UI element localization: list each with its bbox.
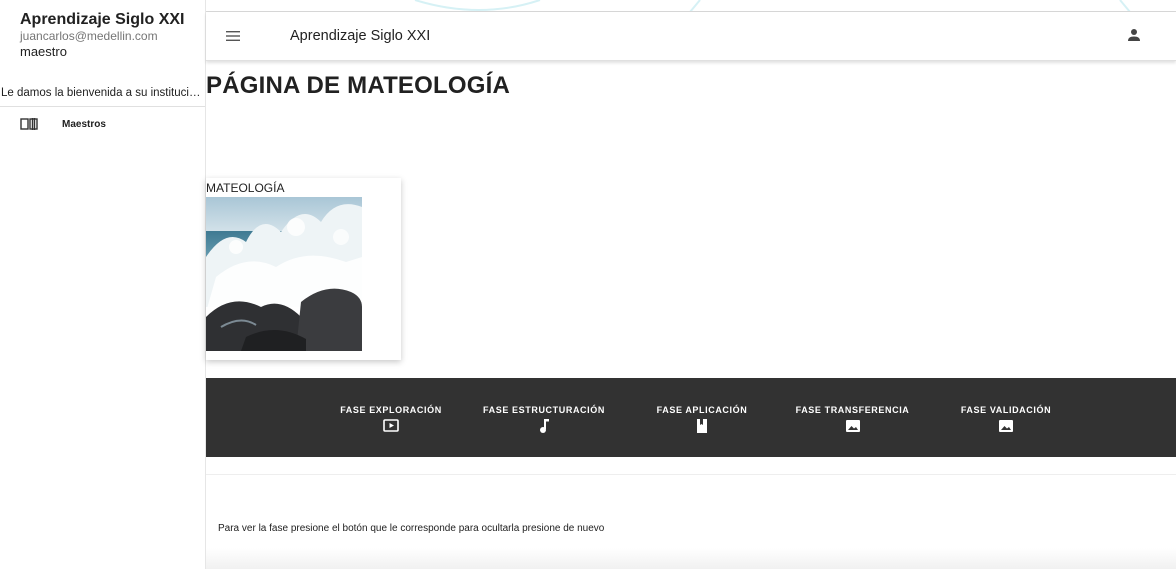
phase-bar: FASE EXPLORACIÓN FASE ESTRUCTURACIÓN FAS… bbox=[206, 378, 1176, 457]
phase-validacion-button[interactable]: FASE VALIDACIÓN bbox=[960, 405, 1052, 434]
phase-exploracion-button[interactable]: FASE EXPLORACIÓN bbox=[340, 405, 442, 434]
page-title: PÁGINA DE MATEOLOGÍA bbox=[206, 72, 510, 99]
phase-label: FASE ESTRUCTURACIÓN bbox=[483, 405, 605, 415]
user-account-button[interactable] bbox=[1126, 27, 1142, 43]
book-icon bbox=[20, 118, 38, 130]
book-icon bbox=[697, 419, 707, 433]
phase-hint-text: Para ver la fase presione el botón que l… bbox=[218, 523, 605, 534]
music-note-icon bbox=[540, 419, 549, 433]
subject-card[interactable]: MATEOLOGÍA bbox=[206, 178, 401, 360]
phase-label: FASE TRANSFERENCIA bbox=[795, 405, 910, 415]
sidebar-item-label: Maestros bbox=[62, 118, 106, 130]
menu-button[interactable] bbox=[224, 29, 242, 43]
phase-estructuracion-button[interactable]: FASE ESTRUCTURACIÓN bbox=[483, 405, 605, 434]
menu-icon bbox=[226, 31, 240, 41]
app-title: Aprendizaje Siglo XXI bbox=[290, 28, 431, 44]
sidebar-item-maestros[interactable]: Maestros bbox=[0, 114, 205, 134]
sidebar-divider bbox=[0, 106, 205, 107]
image-icon bbox=[845, 420, 860, 432]
sidebar-email: juancarlos@medellin.com bbox=[20, 29, 158, 43]
phase-transferencia-button[interactable]: FASE TRANSFERENCIA bbox=[796, 405, 909, 434]
bottom-panel-edge bbox=[206, 548, 1176, 569]
phase-aplicacion-button[interactable]: FASE APLICACIÓN bbox=[652, 405, 752, 434]
phase-label: FASE VALIDACIÓN bbox=[960, 405, 1052, 415]
wave-image bbox=[206, 197, 362, 351]
sidebar-role: maestro bbox=[20, 44, 67, 59]
sidebar: Aprendizaje Siglo XXI juancarlos@medelli… bbox=[0, 0, 206, 569]
content-divider bbox=[206, 474, 1176, 475]
phase-label: FASE APLICACIÓN bbox=[656, 405, 748, 415]
card-title: MATEOLOGÍA bbox=[206, 181, 285, 195]
image-icon bbox=[999, 420, 1013, 432]
welcome-message: Le damos la bienvenida a su institución … bbox=[1, 87, 205, 99]
app-bar: Aprendizaje Siglo XXI bbox=[206, 12, 1176, 61]
sidebar-app-name: Aprendizaje Siglo XXI bbox=[20, 11, 185, 28]
play-video-icon bbox=[383, 419, 399, 432]
phase-label: FASE EXPLORACIÓN bbox=[340, 405, 442, 415]
person-icon bbox=[1128, 29, 1140, 41]
